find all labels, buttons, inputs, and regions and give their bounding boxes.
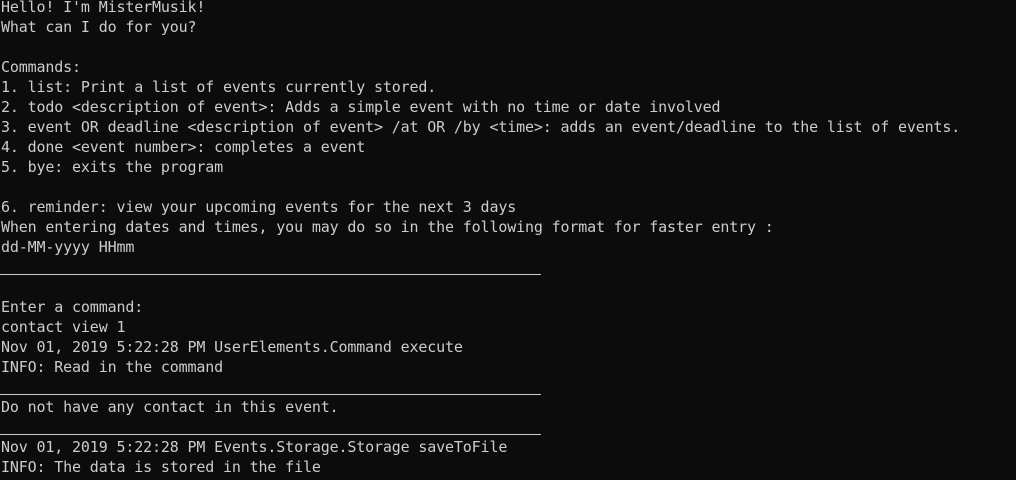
log-header-text: Nov 01, 2019 5:22:28 PM Events.Storage.S… [1, 438, 508, 456]
commands-heading: Commands: [1, 58, 81, 76]
command-list-item: 1. list: Print a list of events currentl… [1, 78, 437, 96]
separator-line [0, 274, 541, 275]
log-header-text: Nov 01, 2019 5:22:28 PM UserElements.Com… [1, 338, 463, 356]
prompt-question-text: What can I do for you? [1, 18, 197, 36]
date-hint-text: When entering dates and times, you may d… [1, 218, 774, 236]
command-event-item: 3. event OR deadline <description of eve… [1, 118, 961, 136]
separator-line [0, 394, 541, 395]
console-window[interactable]: Hello! I'm MisterMusik! What can I do fo… [0, 0, 1016, 480]
command-bye-item: 5. bye: exits the program [1, 158, 224, 176]
response-text: Do not have any contact in this event. [1, 398, 339, 416]
command-todo-item: 2. todo <description of event>: Adds a s… [1, 98, 721, 116]
date-format-text: dd-MM-yyyy HHmm [1, 238, 135, 256]
command-reminder-item: 6. reminder: view your upcoming events f… [1, 198, 517, 216]
separator-line [0, 434, 541, 435]
log-info-text: INFO: The data is stored in the file [1, 458, 321, 476]
enter-command-prompt: Enter a command: [1, 298, 144, 316]
user-input-text: contact view 1 [1, 318, 126, 336]
greeting-text: Hello! I'm MisterMusik! [1, 0, 206, 16]
command-done-item: 4. done <event number>: completes a even… [1, 138, 366, 156]
log-info-text: INFO: Read in the command [1, 358, 224, 376]
